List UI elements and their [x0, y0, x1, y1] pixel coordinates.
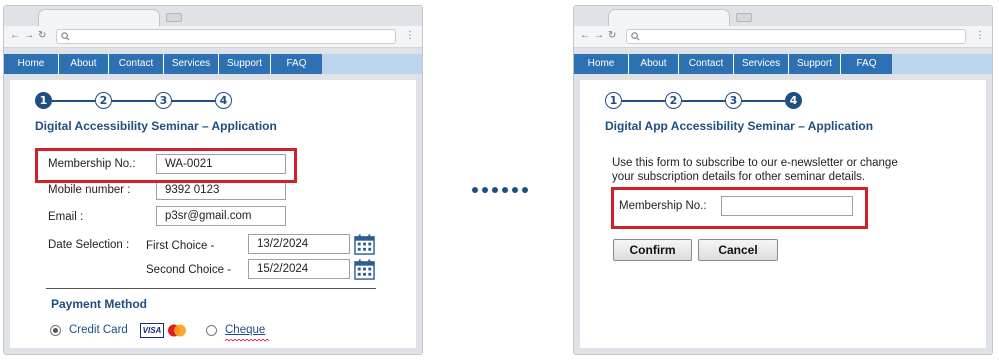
nav-item-about[interactable]: About	[59, 54, 109, 74]
step-3: 3	[725, 92, 742, 109]
second-choice-label: Second Choice -	[146, 264, 232, 276]
step-2: 2	[665, 92, 682, 109]
section-divider	[46, 288, 376, 289]
nav-item-about[interactable]: About	[629, 54, 679, 74]
cheque-label[interactable]: Cheque	[225, 324, 265, 336]
search-icon	[61, 32, 70, 41]
calendar-icon[interactable]	[354, 259, 375, 280]
browser-toolbar: ← → ↻ ⋮	[574, 26, 992, 48]
ellipsis-dot	[472, 187, 478, 193]
browser-window-left: ← → ↻ ⋮ Home About Contact Services Supp…	[3, 5, 423, 355]
step-1: 1	[35, 92, 52, 109]
ellipsis-icon	[472, 187, 528, 193]
cheque-radio[interactable]	[206, 325, 217, 336]
site-navbar: Home About Contact Services Support FAQ	[574, 54, 992, 74]
forward-arrow-icon[interactable]: →	[24, 30, 34, 42]
nav-strip: Home About Contact Services Support FAQ	[4, 54, 322, 74]
step-connector	[172, 100, 215, 102]
tab-strip	[4, 6, 422, 26]
email-input[interactable]: p3sr@gmail.com	[156, 206, 286, 226]
page-content: 1 2 3 4 Digital App Accessibility Semina…	[580, 80, 986, 348]
reload-icon[interactable]: ↻	[608, 30, 616, 42]
visa-card-icon: VISA	[140, 323, 164, 338]
step-4: 4	[215, 92, 232, 109]
credit-card-label[interactable]: Credit Card	[69, 324, 128, 336]
membership-input[interactable]	[721, 196, 853, 216]
address-bar[interactable]	[56, 29, 396, 44]
nav-item-support[interactable]: Support	[219, 54, 271, 74]
mobile-label: Mobile number :	[48, 184, 131, 196]
spellcheck-underline	[225, 339, 269, 342]
progress-stepper: 1 2 3 4	[35, 92, 245, 110]
date-selection-label: Date Selection :	[48, 239, 130, 251]
mobile-input[interactable]: 9392 0123	[156, 180, 286, 200]
ellipsis-dot	[502, 187, 508, 193]
back-arrow-icon[interactable]: ←	[580, 30, 590, 42]
ellipsis-dot	[482, 187, 488, 193]
form-title: Digital Accessibility Seminar – Applicat…	[35, 119, 277, 133]
first-choice-label: First Choice -	[146, 240, 215, 252]
site-navbar: Home About Contact Services Support FAQ	[4, 54, 422, 74]
step-connector	[622, 100, 665, 102]
ellipsis-dot	[492, 187, 498, 193]
back-arrow-icon[interactable]: ←	[10, 30, 20, 42]
menu-dots-icon[interactable]: ⋮	[405, 30, 415, 42]
step-2: 2	[95, 92, 112, 109]
nav-strip: Home About Contact Services Support FAQ	[574, 54, 892, 74]
membership-label: Membership No.:	[619, 200, 707, 212]
form-title: Digital App Accessibility Seminar – Appl…	[605, 119, 874, 133]
step-connector	[742, 100, 785, 102]
step-connector	[52, 100, 95, 102]
browser-toolbar: ← → ↻ ⋮	[4, 26, 422, 48]
progress-stepper: 1 2 3 4	[605, 92, 815, 110]
radio-selected-dot	[53, 328, 58, 333]
nav-item-faq[interactable]: FAQ	[841, 54, 892, 74]
payment-method-title: Payment Method	[51, 297, 148, 311]
browser-tab[interactable]	[38, 9, 160, 26]
first-choice-input[interactable]: 13/2/2024	[248, 234, 350, 254]
membership-highlight	[35, 148, 297, 183]
nav-item-home[interactable]: Home	[574, 54, 629, 74]
address-bar[interactable]	[626, 29, 966, 44]
nav-item-support[interactable]: Support	[789, 54, 841, 74]
nav-item-home[interactable]: Home	[4, 54, 59, 74]
step-connector	[112, 100, 155, 102]
step-4: 4	[785, 92, 802, 109]
tab-strip	[574, 6, 992, 26]
calendar-icon[interactable]	[354, 234, 375, 255]
confirm-button[interactable]: Confirm	[613, 239, 692, 261]
step-3: 3	[155, 92, 172, 109]
cancel-button[interactable]: Cancel	[698, 239, 778, 261]
browser-window-right: ← → ↻ ⋮ Home About Contact Services Supp…	[573, 5, 993, 355]
form-description-line-2: your subscription details for other semi…	[612, 171, 866, 183]
nav-item-services[interactable]: Services	[734, 54, 789, 74]
menu-dots-icon[interactable]: ⋮	[975, 30, 985, 42]
reload-icon[interactable]: ↻	[38, 30, 46, 42]
new-tab-button[interactable]	[736, 13, 752, 22]
credit-card-radio[interactable]	[50, 325, 61, 336]
step-1: 1	[605, 92, 622, 109]
ellipsis-dot	[512, 187, 518, 193]
ellipsis-dot	[522, 187, 528, 193]
step-connector	[682, 100, 725, 102]
nav-item-services[interactable]: Services	[164, 54, 219, 74]
email-label: Email :	[48, 211, 84, 223]
forward-arrow-icon[interactable]: →	[594, 30, 604, 42]
second-choice-input[interactable]: 15/2/2024	[248, 259, 350, 279]
browser-tab[interactable]	[608, 9, 730, 26]
page-content: 1 2 3 4 Digital Accessibility Seminar – …	[10, 80, 416, 348]
nav-item-contact[interactable]: Contact	[109, 54, 164, 74]
mastercard-icon	[168, 324, 186, 337]
search-icon	[631, 32, 640, 41]
form-description-line-1: Use this form to subscribe to our e-news…	[612, 157, 898, 169]
nav-item-contact[interactable]: Contact	[679, 54, 734, 74]
nav-item-faq[interactable]: FAQ	[271, 54, 322, 74]
new-tab-button[interactable]	[166, 13, 182, 22]
